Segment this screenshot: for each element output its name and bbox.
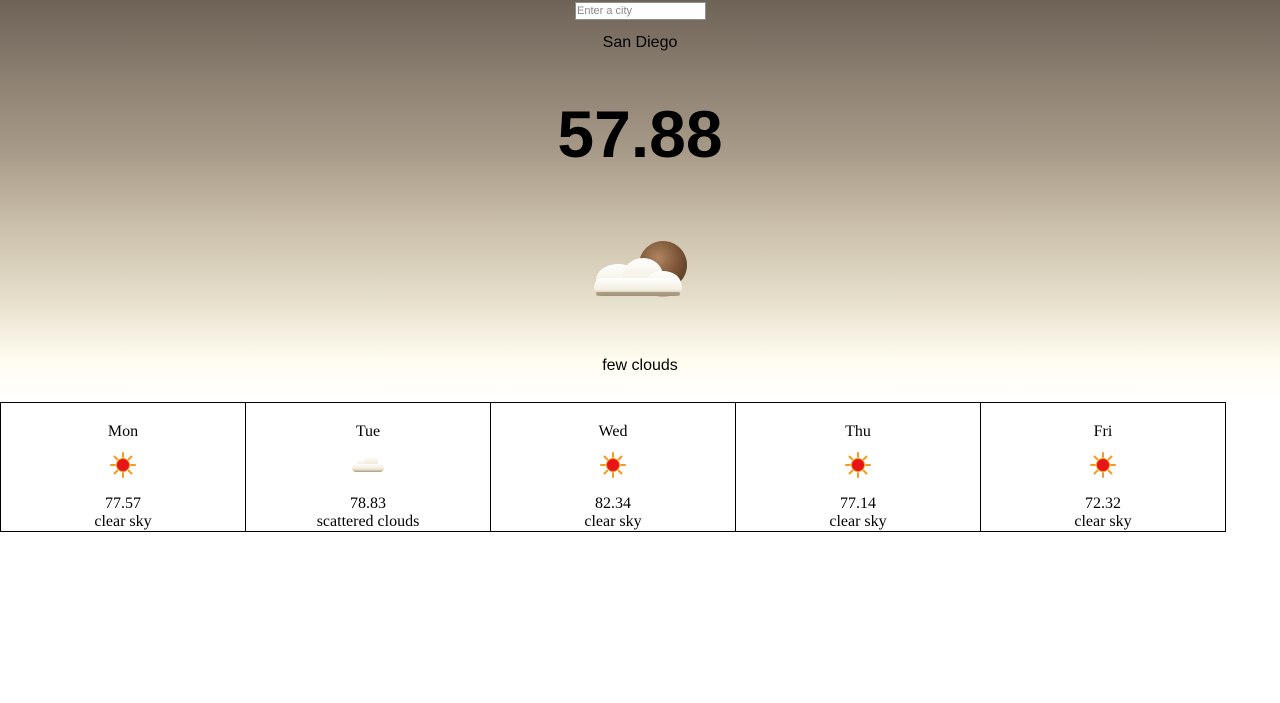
forecast-description: scattered clouds: [316, 513, 420, 530]
forecast-description: clear sky: [829, 513, 887, 530]
forecast-day-name: Wed: [598, 423, 628, 440]
sun-icon: [105, 451, 141, 479]
city-name: San Diego: [602, 34, 678, 51]
forecast-day-name: Thu: [845, 423, 871, 440]
forecast-temperature: 77.57: [105, 495, 141, 512]
forecast-temperature: 82.34: [595, 495, 631, 512]
forecast-row: Mon 77.57 clear sky Tue 78.83 scattered …: [0, 402, 1227, 532]
current-description: few clouds: [602, 357, 678, 374]
forecast-day-name: Fri: [1093, 423, 1113, 440]
cloud-icon: [350, 451, 386, 479]
forecast-description: clear sky: [1074, 513, 1132, 530]
forecast-temperature: 78.83: [350, 495, 386, 512]
few-clouds-icon: [588, 238, 692, 304]
forecast-day-thu: Thu 77.14 clear sky: [736, 402, 981, 532]
forecast-day-fri: Fri 72.32 clear sky: [981, 402, 1226, 532]
forecast-day-mon: Mon 77.57 clear sky: [1, 402, 246, 532]
forecast-day-name: Tue: [355, 423, 381, 440]
city-search-input[interactable]: [575, 2, 706, 20]
sun-icon: [1085, 451, 1121, 479]
sun-icon: [840, 451, 876, 479]
forecast-day-wed: Wed 82.34 clear sky: [491, 402, 736, 532]
sun-icon: [595, 451, 631, 479]
forecast-temperature: 77.14: [840, 495, 876, 512]
forecast-description: clear sky: [94, 513, 152, 530]
forecast-day-name: Mon: [107, 423, 139, 440]
forecast-day-tue: Tue 78.83 scattered clouds: [246, 402, 491, 532]
forecast-temperature: 72.32: [1085, 495, 1121, 512]
current-temperature: 57.88: [557, 97, 723, 171]
forecast-description: clear sky: [584, 513, 642, 530]
hero-background: [0, 0, 1280, 400]
